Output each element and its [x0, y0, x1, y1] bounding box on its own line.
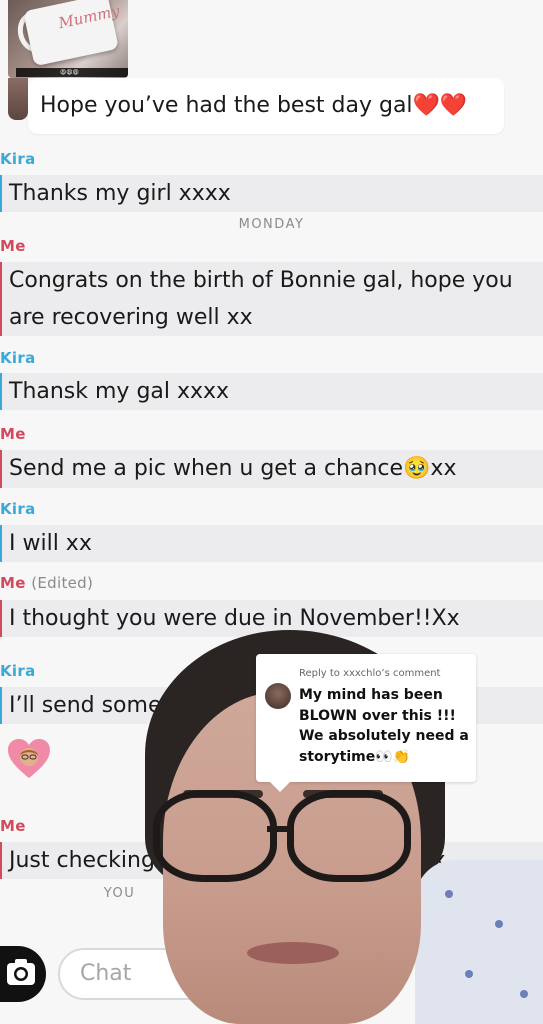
reply-to-label: Reply to xxxchlo’s comment — [299, 668, 441, 679]
shirt-pattern — [520, 990, 528, 998]
message-row: Congrats on the birth of Bonnie gal, hop… — [0, 262, 543, 336]
sender-label: Kira — [0, 150, 36, 168]
shirt-pattern — [445, 890, 453, 898]
glasses-lens — [287, 790, 411, 882]
comment-text: My mind has been BLOWN over this !!! We … — [299, 687, 469, 765]
photo-arm — [8, 78, 28, 120]
edited-tag: (Edited) — [31, 574, 94, 592]
shirt-pattern — [495, 920, 503, 928]
message-bubble: Hope you’ve had the best day gal❤️❤️ — [28, 78, 504, 134]
message-row: Send me a pic when u get a chance🥹xx — [0, 450, 543, 488]
sender-label: Kira — [0, 662, 36, 680]
shirt-pattern — [465, 970, 473, 978]
sender-name: Me — [0, 574, 26, 592]
sender-label: Me — [0, 425, 26, 443]
message-text: Just checking — [9, 848, 155, 873]
reply-comment-card: Reply to xxxchlo’s comment My mind has b… — [256, 654, 476, 792]
message-row: Thanks my girl xxxx — [0, 175, 543, 212]
camera-icon — [7, 959, 35, 985]
sender-label: Me — [0, 817, 26, 835]
commenter-avatar — [265, 683, 291, 709]
sender-label: Me (Edited) — [0, 574, 93, 592]
glasses-lens — [153, 790, 277, 882]
sender-label: Kira — [0, 500, 36, 518]
sender-label: Kira — [0, 349, 36, 367]
bitmoji-heart-icon[interactable] — [6, 738, 52, 780]
person-mouth — [247, 942, 339, 964]
glasses-bridge — [267, 826, 293, 832]
day-separator: MONDAY — [238, 217, 305, 232]
shared-photo[interactable]: Mummy 😩😩😩 — [8, 0, 128, 78]
person-shirt — [415, 860, 543, 1024]
camera-button[interactable] — [0, 946, 46, 1002]
photo-caption: 😩😩😩 — [16, 68, 128, 77]
message-row: I will xx — [0, 525, 543, 562]
message-row: Thansk my gal xxxx — [0, 373, 543, 410]
sender-label: Me — [0, 237, 26, 255]
